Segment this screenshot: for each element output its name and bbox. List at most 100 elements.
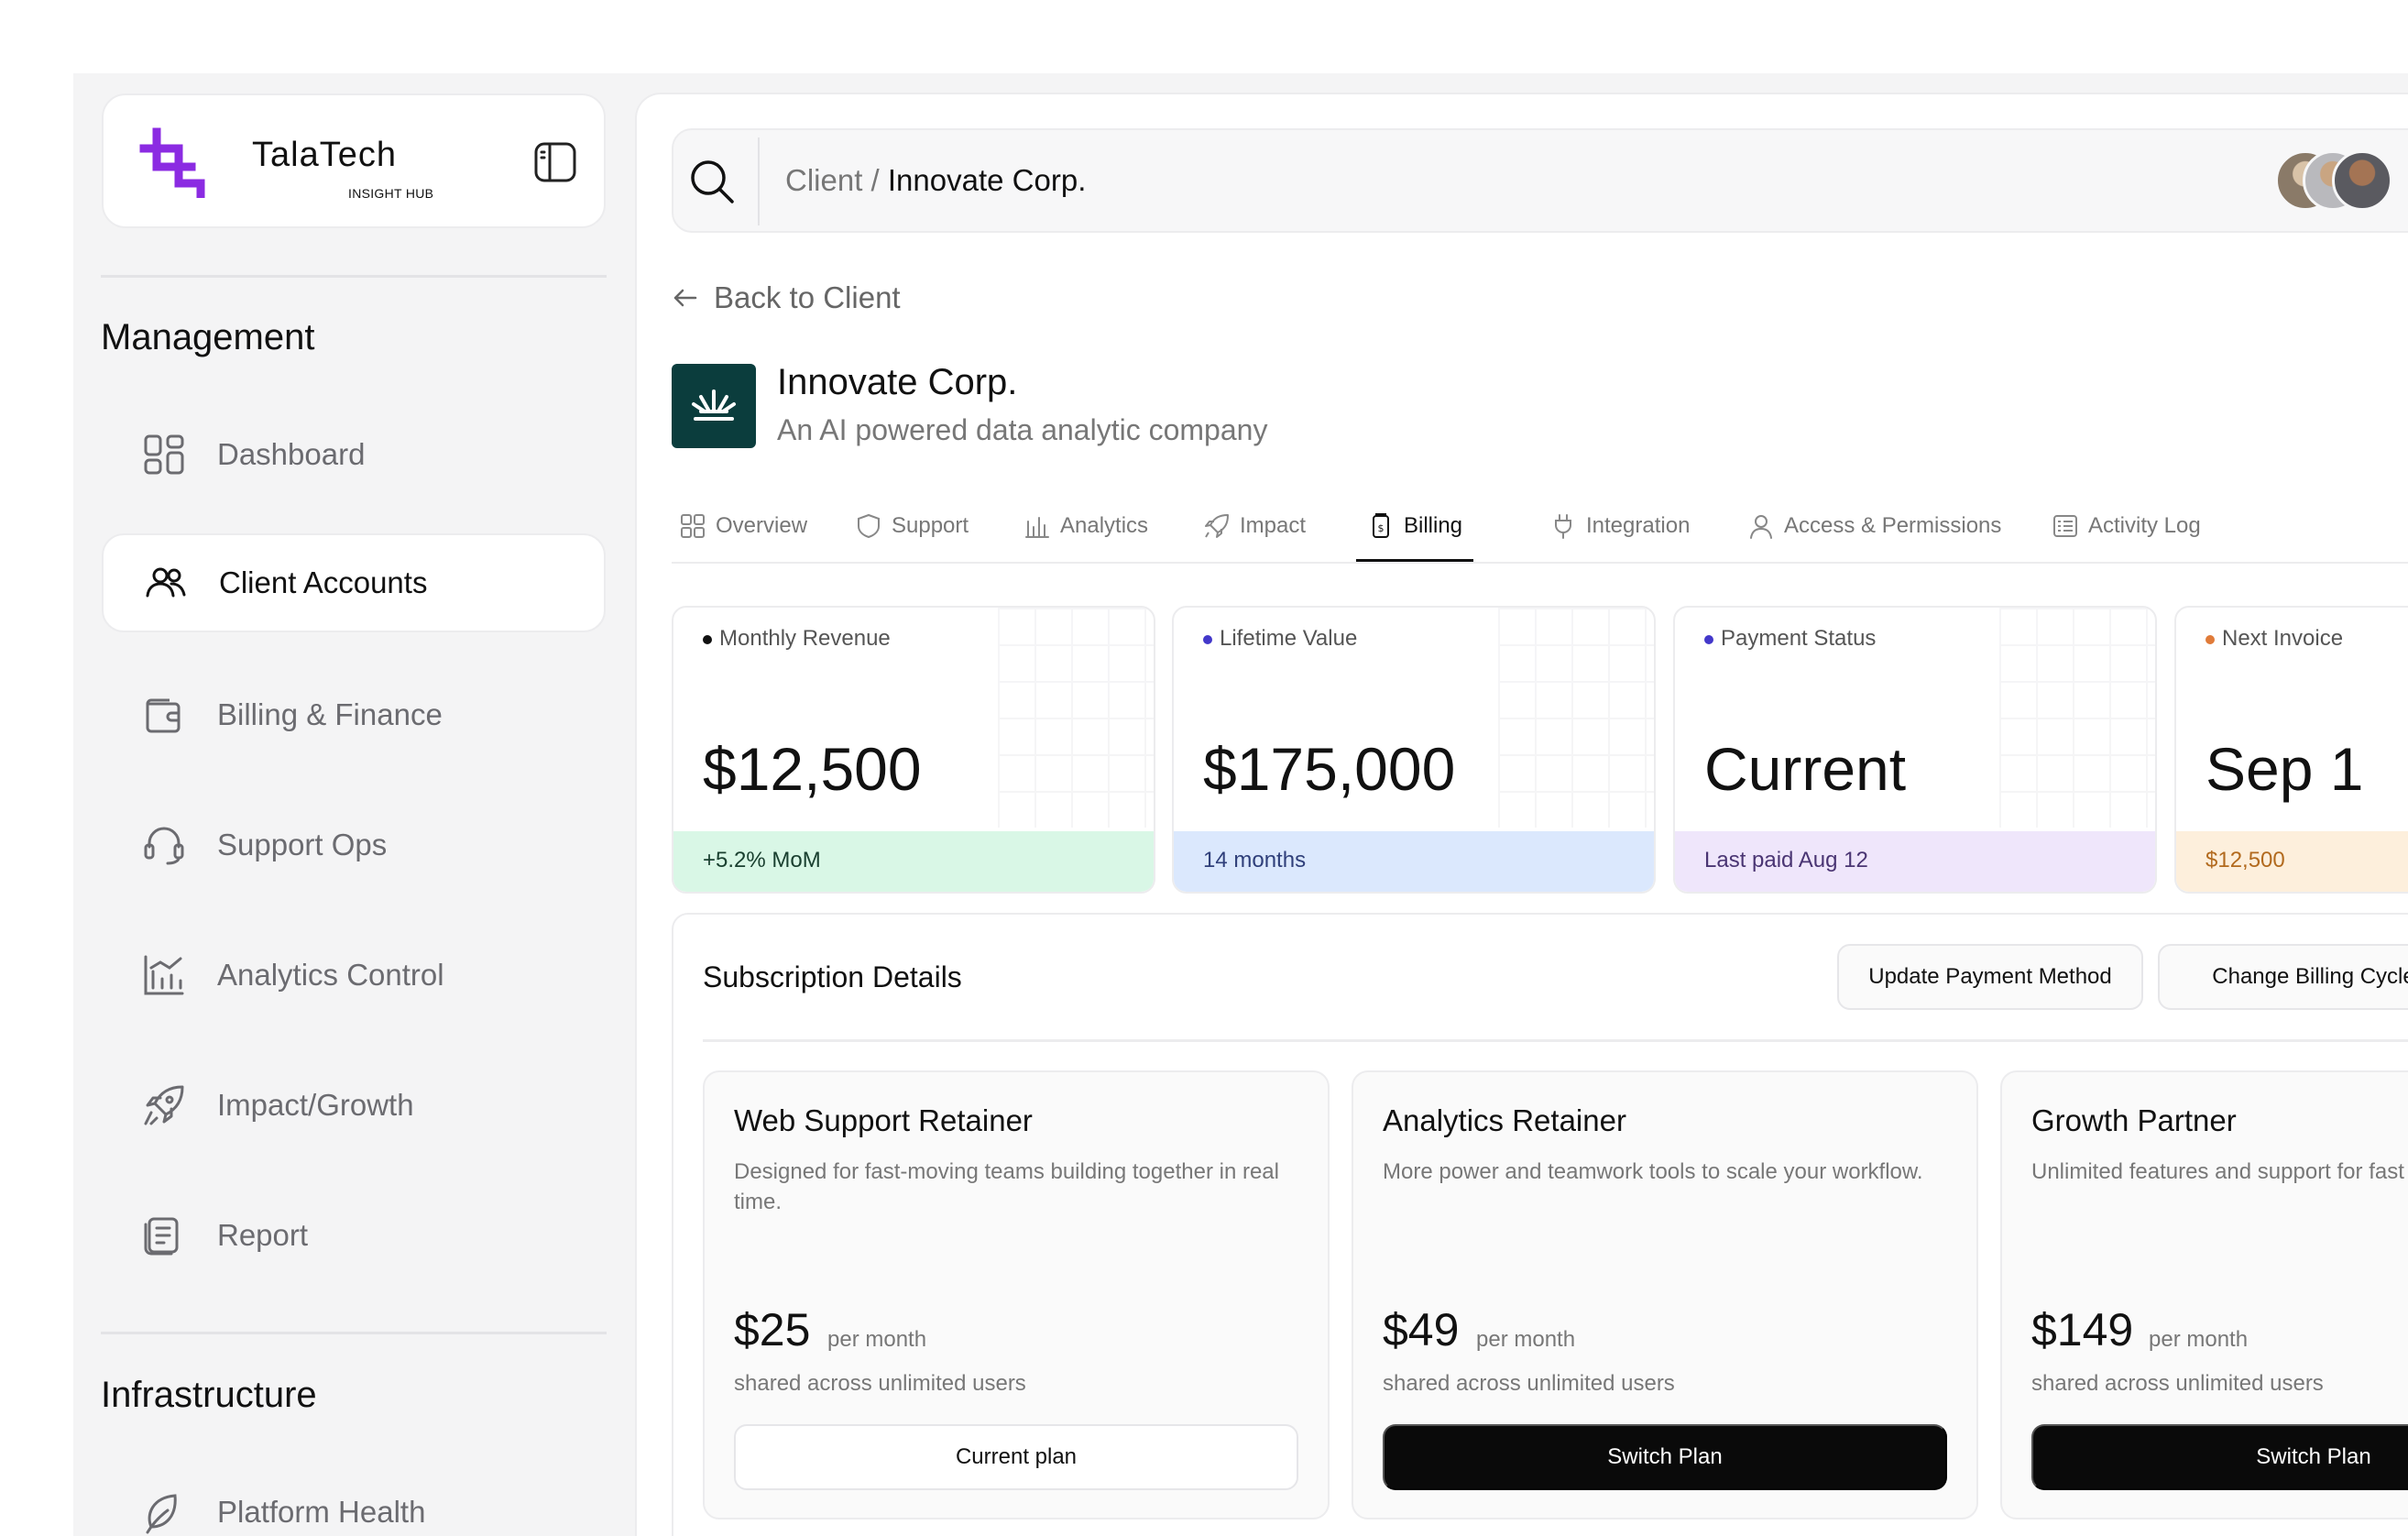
tab-activity-log[interactable]: Activity Log	[2052, 510, 2201, 562]
sidebar-item-label: Client Accounts	[219, 565, 428, 599]
stat-value: Sep 1	[2206, 735, 2364, 803]
user-icon	[1750, 515, 1772, 539]
tab-impact[interactable]: Impact	[1203, 510, 1306, 562]
current-plan-button[interactable]: Current plan	[734, 1424, 1298, 1490]
sidebar-item-billing-finance[interactable]: Billing & Finance	[102, 665, 606, 764]
breadcrumb-separator: /	[862, 163, 888, 197]
change-billing-cycle-button[interactable]: Change Billing Cycle	[2158, 944, 2408, 1010]
stat-dot	[1203, 635, 1212, 644]
search-bar[interactable]: Client / Innovate Corp.	[672, 128, 2408, 233]
company-description: An AI powered data analytic company	[777, 413, 1268, 446]
stat-footer-text: $12,500	[2206, 848, 2285, 872]
tab-analytics[interactable]: Analytics	[1023, 510, 1148, 562]
back-to-client-link[interactable]: Back to Client	[670, 280, 901, 315]
main-content: Client / Innovate Corp. Back to Client I…	[635, 93, 2408, 1536]
breadcrumb-current: Innovate Corp.	[887, 163, 1087, 197]
plan-description: Designed for fast-moving teams building …	[734, 1159, 1279, 1214]
stat-footer: Last paid Aug 12	[1675, 831, 2155, 892]
stat-footer: +5.2% MoM	[673, 831, 1154, 892]
company-name: Innovate Corp.	[777, 362, 1018, 402]
users-icon	[146, 567, 186, 598]
stat-card-grid-pattern	[1498, 608, 1654, 828]
avatar[interactable]	[2332, 150, 2392, 211]
tab-label: Access & Permissions	[1784, 513, 2002, 538]
sunburst-logo-icon	[692, 389, 736, 421]
stat-footer-text: Last paid Aug 12	[1704, 848, 1868, 872]
plan-description: More power and teamwork tools to scale y…	[1383, 1159, 1923, 1184]
plan-card-web-support-retainer: Web Support Retainer Designed for fast-m…	[703, 1070, 1330, 1520]
tab-label: Activity Log	[2088, 513, 2201, 538]
tab-access-permissions[interactable]: Access & Permissions	[1747, 510, 2001, 562]
tab-overview[interactable]: Overview	[679, 510, 807, 562]
subscription-panel: Subscription Details Update Payment Meth…	[672, 913, 2408, 1536]
leaf-icon	[146, 1494, 177, 1534]
tab-support[interactable]: Support	[855, 510, 969, 562]
grid-icon	[681, 514, 705, 538]
list-icon	[2053, 515, 2077, 537]
plan-title: Analytics Retainer	[1383, 1103, 1626, 1137]
sidebar-divider	[101, 1332, 607, 1334]
app-frame: TalaTech INSIGHT HUB Management Dashboar…	[73, 73, 2408, 1536]
sidebar-item-report[interactable]: Report	[102, 1186, 606, 1285]
sidebar: TalaTech INSIGHT HUB Management Dashboar…	[73, 73, 635, 1536]
stat-card-grid-pattern	[1999, 608, 2155, 828]
plan-price: $49	[1383, 1304, 1460, 1355]
svg-text:$: $	[1378, 522, 1385, 534]
section-title-infrastructure: Infrastructure	[101, 1375, 317, 1415]
stat-footer: 14 months	[1174, 831, 1654, 892]
stat-card-next-invoice: Next Invoice Sep 1 $12,500	[2174, 606, 2408, 894]
stat-footer-text: 14 months	[1203, 848, 1307, 872]
plan-period: per month	[1476, 1327, 1576, 1352]
sidebar-item-label: Dashboard	[217, 437, 366, 471]
plan-title: Web Support Retainer	[734, 1103, 1033, 1137]
sidebar-item-impact-growth[interactable]: Impact/Growth	[102, 1056, 606, 1155]
stat-label: Payment Status	[1721, 626, 1877, 651]
rocket-icon	[144, 1085, 184, 1125]
stat-dot	[2206, 635, 2215, 644]
plug-icon	[1555, 514, 1571, 539]
search-separator	[758, 137, 760, 225]
sidebar-item-dashboard[interactable]: Dashboard	[102, 405, 606, 504]
sidebar-item-label: Support Ops	[217, 828, 388, 861]
arrow-left-icon	[673, 289, 697, 307]
section-title-management: Management	[101, 317, 315, 357]
stat-label: Lifetime Value	[1220, 626, 1358, 651]
stat-label: Next Invoice	[2222, 626, 2344, 651]
tab-label: Analytics	[1060, 513, 1149, 538]
switch-plan-button[interactable]: Switch Plan	[2031, 1424, 2408, 1490]
tab-integration[interactable]: Integration	[1549, 510, 1690, 562]
sidebar-item-client-accounts[interactable]: Client Accounts	[102, 533, 606, 632]
breadcrumb: Client / Innovate Corp.	[785, 163, 1086, 198]
receipt-icon: $	[1373, 513, 1389, 538]
talatech-logo-icon	[139, 127, 205, 198]
plan-card-growth-partner: Growth Partner Unlimited features and su…	[2000, 1070, 2408, 1520]
plan-description: Unlimited features and support for fast …	[2031, 1159, 2408, 1184]
switch-plan-button[interactable]: Switch Plan	[1383, 1424, 1947, 1490]
subscription-title: Subscription Details	[703, 960, 962, 993]
subscription-divider	[703, 1039, 2408, 1042]
headset-icon	[144, 827, 184, 865]
back-link-label: Back to Client	[714, 280, 901, 314]
sidebar-item-label: Analytics Control	[217, 958, 444, 992]
update-payment-method-button[interactable]: Update Payment Method	[1837, 944, 2143, 1010]
document-icon	[144, 1217, 179, 1256]
sidebar-item-label: Report	[217, 1218, 309, 1252]
plan-shared-note: shared across unlimited users	[734, 1371, 1026, 1396]
sidebar-item-platform-health[interactable]: Platform Health	[102, 1463, 606, 1536]
rocket-icon	[1205, 514, 1229, 538]
tab-billing[interactable]: $ Billing	[1356, 510, 1474, 562]
company-logo	[672, 364, 756, 448]
breadcrumb-parent[interactable]: Client	[785, 163, 862, 197]
tab-label: Support	[892, 513, 969, 538]
sidebar-toggle-icon[interactable]	[534, 141, 576, 183]
plan-title: Growth Partner	[2031, 1103, 2237, 1137]
stat-footer-text: +5.2% MoM	[703, 848, 821, 872]
grid-icon	[144, 434, 184, 475]
wallet-icon	[146, 698, 181, 733]
search-icon[interactable]	[688, 158, 736, 205]
plan-card-analytics-retainer: Analytics Retainer More power and teamwo…	[1352, 1070, 1978, 1520]
stat-card-lifetime-value: Lifetime Value $175,000 14 months	[1172, 606, 1656, 894]
sidebar-item-analytics-control[interactable]: Analytics Control	[102, 926, 606, 1025]
plan-shared-note: shared across unlimited users	[1383, 1371, 1675, 1396]
sidebar-item-support-ops[interactable]: Support Ops	[102, 795, 606, 894]
